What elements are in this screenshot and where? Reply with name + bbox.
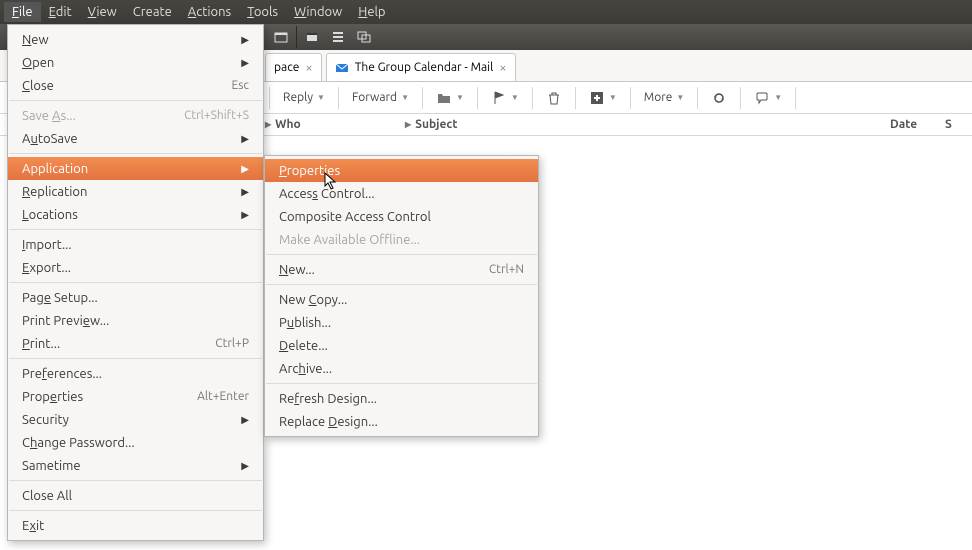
file-menu-item-print-preview[interactable]: Print Preview... xyxy=(8,309,263,332)
file-menu: New▶Open▶CloseEscSave As...Ctrl+Shift+SA… xyxy=(7,24,264,541)
file-menu-item-security[interactable]: Security▶ xyxy=(8,408,263,431)
file-menu-item-print[interactable]: Print...Ctrl+P xyxy=(8,332,263,355)
menubar-item-help[interactable]: Help xyxy=(350,2,393,22)
menu-separator xyxy=(266,254,537,255)
flag-icon xyxy=(491,90,507,106)
window1-icon[interactable] xyxy=(299,26,325,48)
app-submenu-item-access-control[interactable]: Access Control... xyxy=(265,182,538,205)
submenu-arrow-icon: ▶ xyxy=(241,57,249,69)
column-subject[interactable]: ▶Subject xyxy=(405,118,890,131)
submenu-arrow-icon: ▶ xyxy=(241,34,249,46)
folder-button[interactable]: ▼ xyxy=(427,85,473,111)
refresh-button[interactable] xyxy=(702,85,736,111)
forward-button[interactable]: Forward▼ xyxy=(343,85,418,111)
shortcut-label: Ctrl+N xyxy=(489,263,524,276)
menu-separator xyxy=(9,510,262,511)
trash-icon xyxy=(546,90,562,106)
tab-pace[interactable]: pace × xyxy=(265,53,322,81)
menubar-item-tools[interactable]: Tools xyxy=(239,2,286,22)
app-submenu-item-composite-access-control[interactable]: Composite Access Control xyxy=(265,205,538,228)
flag-button[interactable]: ▼ xyxy=(482,85,528,111)
mark-button[interactable]: ▼ xyxy=(580,85,626,111)
file-menu-item-preferences[interactable]: Preferences... xyxy=(8,362,263,385)
shortcut-label: Ctrl+P xyxy=(215,337,249,350)
app-submenu-item-archive[interactable]: Archive... xyxy=(265,357,538,380)
shortcut-label: Esc xyxy=(231,79,249,92)
list-icon[interactable] xyxy=(325,26,351,48)
column-date[interactable]: Date xyxy=(890,118,945,131)
shortcut-label: Alt+Enter xyxy=(197,390,249,403)
file-menu-item-change-password[interactable]: Change Password... xyxy=(8,431,263,454)
file-menu-item-sametime[interactable]: Sametime▶ xyxy=(8,454,263,477)
app-submenu-item-replace-design[interactable]: Replace Design... xyxy=(265,410,538,433)
file-menu-item-close[interactable]: CloseEsc xyxy=(8,74,263,97)
file-menu-item-replication[interactable]: Replication▶ xyxy=(8,180,263,203)
file-menu-item-new[interactable]: New▶ xyxy=(8,28,263,51)
menu-separator xyxy=(266,383,537,384)
chat-icon xyxy=(754,90,770,106)
tab-group-calendar[interactable]: The Group Calendar - Mail × xyxy=(326,53,516,81)
app-submenu-item-delete[interactable]: Delete... xyxy=(265,334,538,357)
file-menu-item-export[interactable]: Export... xyxy=(8,256,263,279)
file-menu-item-application[interactable]: Application▶ xyxy=(8,157,263,180)
more-button[interactable]: More▼ xyxy=(635,85,694,111)
delete-button[interactable] xyxy=(537,85,571,111)
mail-icon xyxy=(335,61,349,75)
file-menu-item-properties[interactable]: PropertiesAlt+Enter xyxy=(8,385,263,408)
app-submenu-item-new[interactable]: New...Ctrl+N xyxy=(265,258,538,281)
menu-separator xyxy=(9,282,262,283)
reply-button[interactable]: Reply▼ xyxy=(274,85,334,111)
file-menu-item-page-setup[interactable]: Page Setup... xyxy=(8,286,263,309)
menu-separator xyxy=(9,153,262,154)
menu-separator xyxy=(9,229,262,230)
refresh-icon xyxy=(711,90,727,106)
menubar-item-view[interactable]: View xyxy=(80,2,125,22)
submenu-arrow-icon: ▶ xyxy=(241,186,249,198)
column-size[interactable]: S xyxy=(945,118,952,131)
file-menu-item-locations[interactable]: Locations▶ xyxy=(8,203,263,226)
menu-separator xyxy=(9,358,262,359)
file-menu-item-exit[interactable]: Exit xyxy=(8,514,263,537)
app-submenu-item-properties[interactable]: Properties xyxy=(265,159,538,182)
submenu-arrow-icon: ▶ xyxy=(241,414,249,426)
close-icon[interactable]: × xyxy=(305,61,312,75)
menubar: FileEditViewCreateActionsToolsWindowHelp xyxy=(0,0,972,24)
file-menu-item-import[interactable]: Import... xyxy=(8,233,263,256)
shortcut-label: Ctrl+Shift+S xyxy=(184,109,249,122)
file-menu-item-save-as: Save As...Ctrl+Shift+S xyxy=(8,104,263,127)
column-who[interactable]: ▶Who xyxy=(265,118,405,131)
menu-separator xyxy=(9,480,262,481)
open-icon[interactable] xyxy=(268,26,294,48)
submenu-arrow-icon: ▶ xyxy=(241,163,249,175)
app-submenu-item-publish[interactable]: Publish... xyxy=(265,311,538,334)
app-submenu-item-make-available-offline: Make Available Offline... xyxy=(265,228,538,251)
menubar-item-edit[interactable]: Edit xyxy=(41,2,80,22)
menubar-item-window[interactable]: Window xyxy=(286,2,350,22)
plus-icon xyxy=(589,90,605,106)
windows-icon[interactable] xyxy=(351,26,377,48)
menubar-item-file[interactable]: File xyxy=(4,2,41,22)
tab-label: The Group Calendar - Mail xyxy=(355,61,494,74)
menubar-item-create[interactable]: Create xyxy=(125,2,180,22)
file-menu-item-open[interactable]: Open▶ xyxy=(8,51,263,74)
file-menu-item-autosave[interactable]: AutoSave▶ xyxy=(8,127,263,150)
file-menu-item-close-all[interactable]: Close All xyxy=(8,484,263,507)
app-submenu-item-new-copy[interactable]: New Copy... xyxy=(265,288,538,311)
submenu-arrow-icon: ▶ xyxy=(241,209,249,221)
menu-separator xyxy=(9,100,262,101)
menu-separator xyxy=(266,284,537,285)
menubar-item-actions[interactable]: Actions xyxy=(180,2,239,22)
application-submenu: PropertiesAccess Control...Composite Acc… xyxy=(264,155,539,437)
folder-icon xyxy=(436,90,452,106)
close-icon[interactable]: × xyxy=(499,61,506,75)
app-submenu-item-refresh-design[interactable]: Refresh Design... xyxy=(265,387,538,410)
submenu-arrow-icon: ▶ xyxy=(241,460,249,472)
chat-button[interactable]: ▼ xyxy=(745,85,791,111)
submenu-arrow-icon: ▶ xyxy=(241,133,249,145)
tab-label: pace xyxy=(274,61,299,74)
